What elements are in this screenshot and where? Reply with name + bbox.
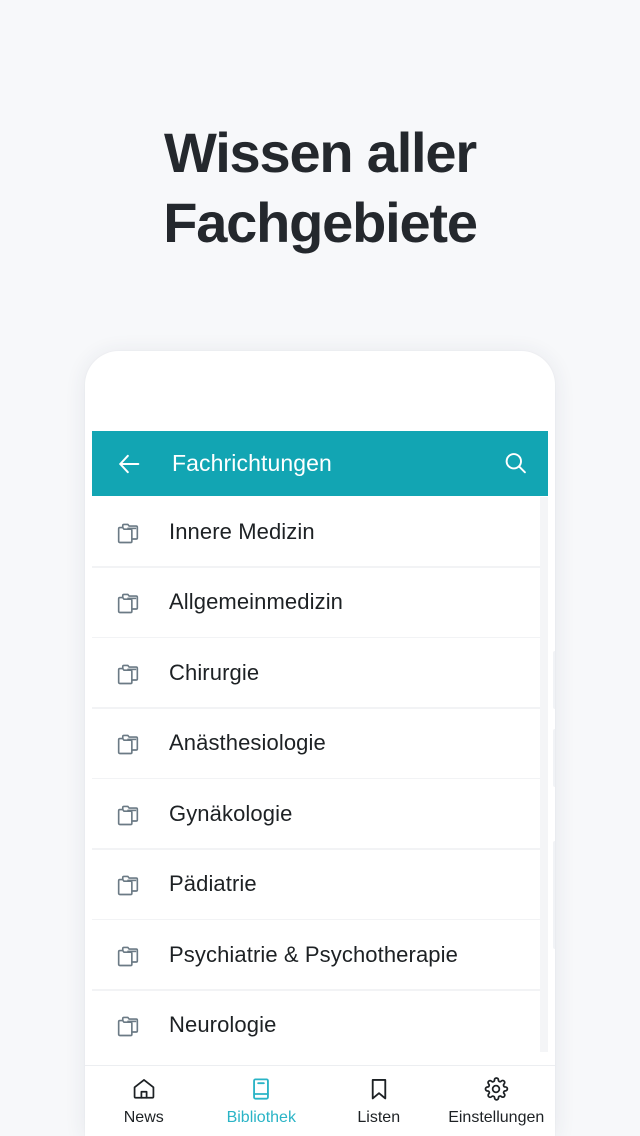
list-item[interactable]: Anästhesiologie [92,708,540,778]
list-item-label: Anästhesiologie [169,730,326,755]
nav-item-label: Einstellungen [448,1109,545,1126]
gear-icon [482,1075,510,1103]
list-item[interactable]: Gynäkologie [92,779,540,848]
headline-line-1: Wissen aller [164,121,477,184]
nav-item-listen[interactable]: Listen [320,1075,438,1127]
stacked-folders-icon [112,939,144,971]
stacked-folders-icon [112,727,144,759]
nav-item-einstellungen[interactable]: Einstellungen [438,1075,556,1127]
device-volume-up-button [553,651,555,709]
list-item[interactable]: Chirurgie [92,638,540,707]
home-icon [130,1075,158,1103]
list-item-label: Allgemeinmedizin [169,589,344,614]
specialties-list[interactable]: Innere Medizin Allgemeinmedizin Chirurgi… [92,497,540,1052]
book-icon [247,1075,275,1103]
nav-item-label: Listen [357,1109,401,1126]
screenshot-root: Wissen aller Fachgebiete Fachrichtungen [0,0,640,1136]
bottom-navigation: News Bibliothek Listen Einstellungen [85,1065,555,1136]
list-item-label: Psychiatrie & Psychotherapie [169,941,458,967]
phone-mockup: Fachrichtungen Innere Medizin Allgemeinm… [85,351,555,1136]
stacked-folders-icon [112,516,144,548]
list-item-label: Neurologie [169,1012,277,1037]
list-item-label: Innere Medizin [169,518,315,544]
stacked-folders-icon [112,586,144,618]
nav-item-label: Bibliothek [226,1109,296,1126]
app-bar-title: Fachrichtungen [172,450,332,476]
stacked-folders-icon [112,657,144,689]
nav-item-bibliothek[interactable]: Bibliothek [203,1075,321,1127]
list-scrollbar[interactable] [540,497,548,1052]
bookmark-icon [365,1075,393,1103]
list-item[interactable]: Allgemeinmedizin [92,567,540,637]
stacked-folders-icon [112,868,144,900]
list-item-label: Chirurgie [169,659,260,685]
device-volume-down-button [553,729,555,787]
nav-item-label: News [123,1109,164,1126]
list-item-label: Pädiatrie [169,871,257,896]
page-title: Wissen aller Fachgebiete [0,118,640,258]
headline-line-2: Fachgebiete [163,191,478,254]
search-icon[interactable] [500,449,530,479]
list-item-label: Gynäkologie [169,800,293,826]
nav-item-news[interactable]: News [85,1075,203,1127]
list-item[interactable]: Neurologie [92,990,540,1052]
back-arrow-icon[interactable] [114,449,144,479]
list-item[interactable]: Innere Medizin [92,497,540,566]
list-item[interactable]: Pädiatrie [92,849,540,919]
stacked-folders-icon [112,798,144,830]
app-bar: Fachrichtungen [92,431,548,496]
list-item[interactable]: Psychiatrie & Psychotherapie [92,920,540,989]
device-power-button [553,841,555,949]
stacked-folders-icon [112,1009,144,1041]
